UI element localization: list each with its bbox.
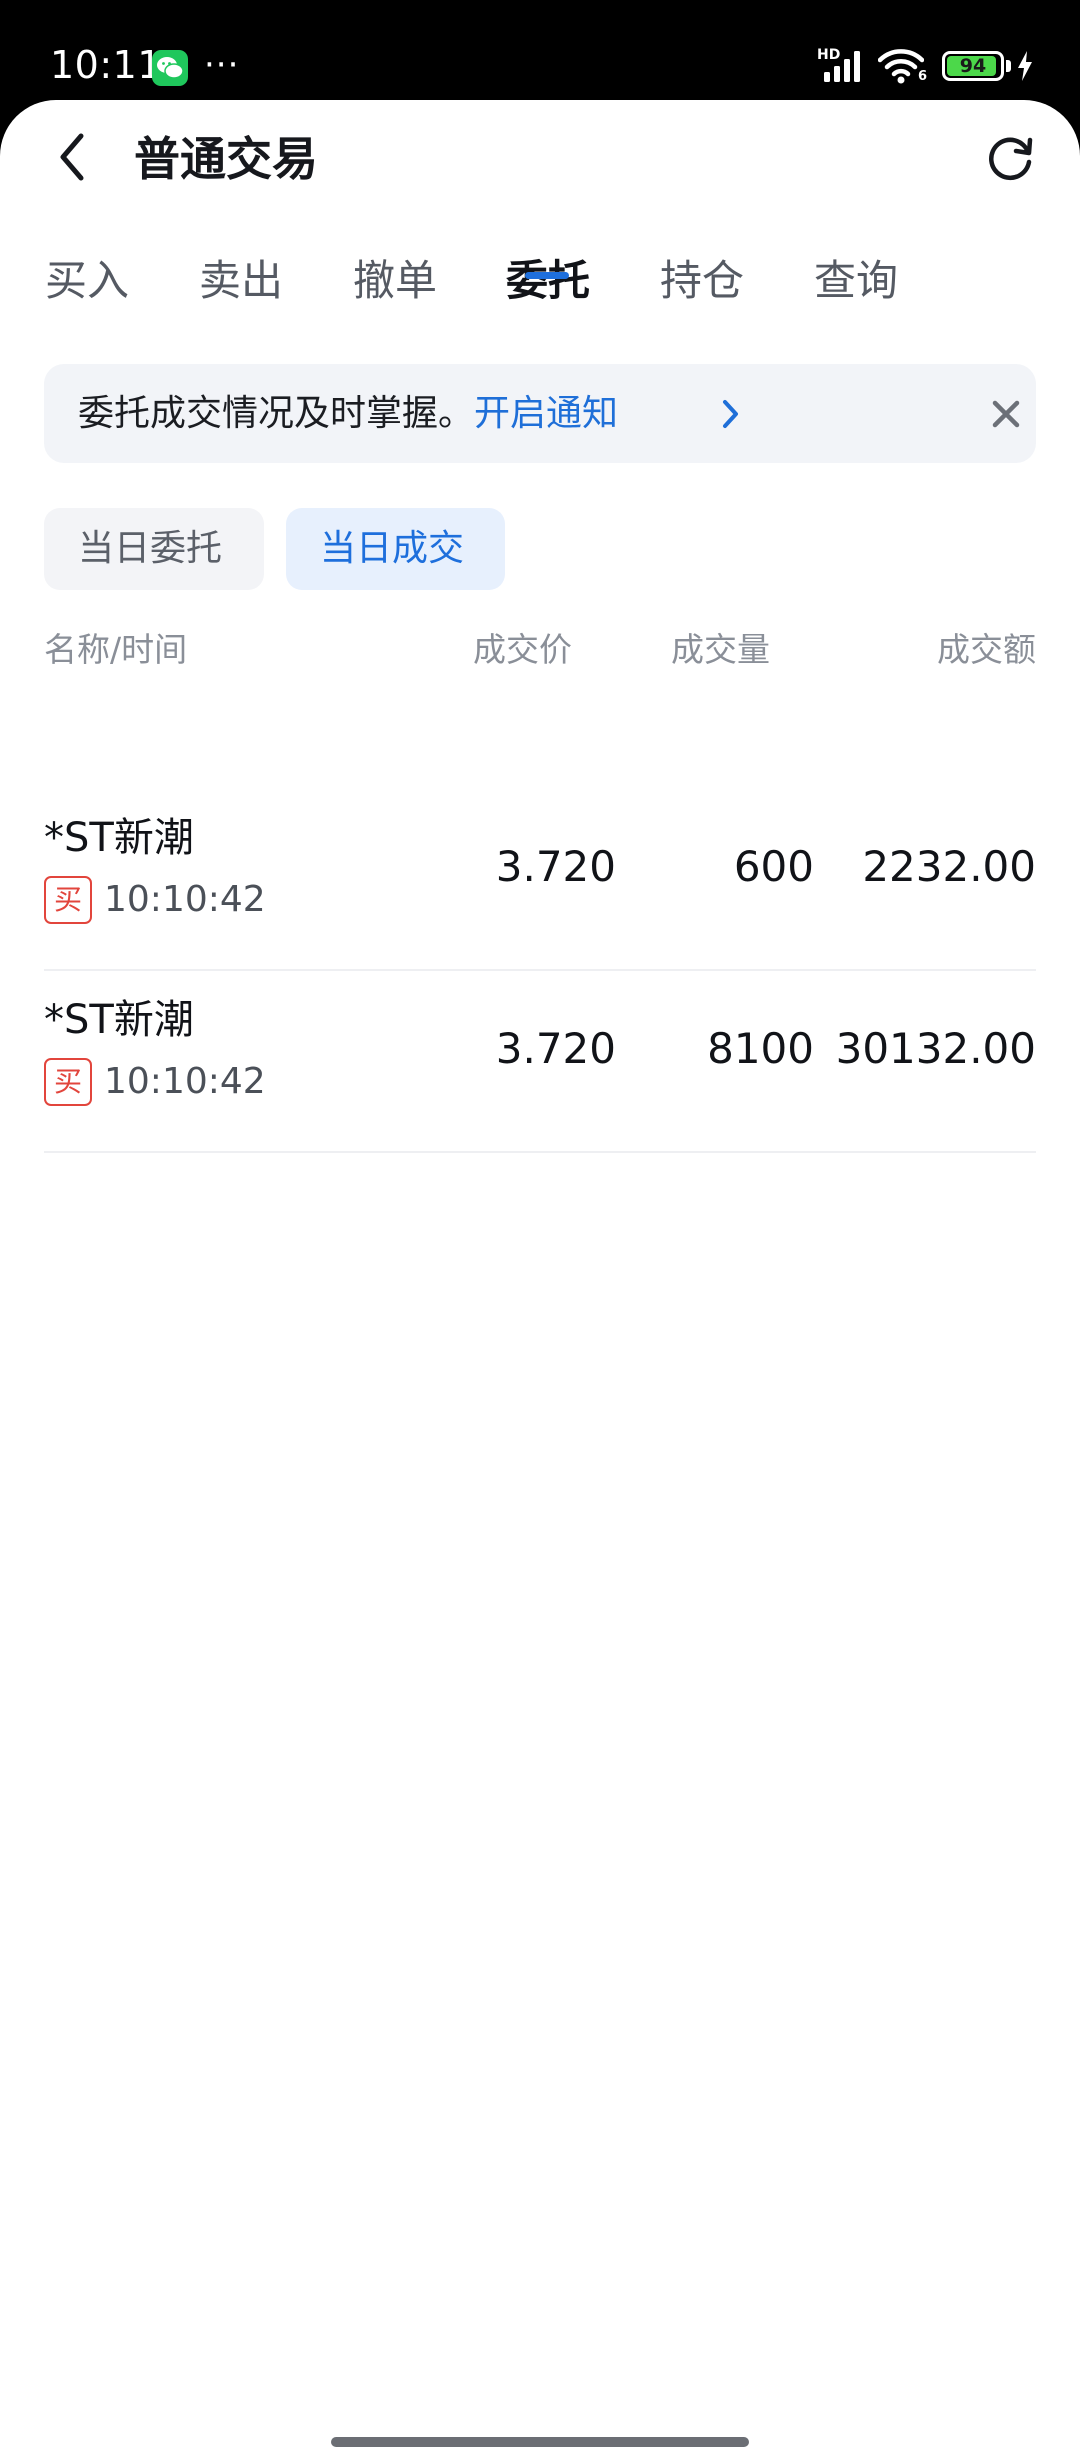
- header-volume: 成交量: [671, 630, 770, 669]
- trade-amount: 2232.00: [862, 842, 1036, 891]
- table-row[interactable]: *ST新潮 买 10:10:42 3.720 600 2232.00: [44, 788, 1036, 971]
- signal-icon: [824, 51, 860, 82]
- close-icon: [992, 400, 1020, 428]
- buy-badge: 买: [44, 1058, 92, 1106]
- header: 普通交易: [0, 100, 1080, 220]
- header-amount: 成交额: [937, 630, 1036, 669]
- tab-orders[interactable]: 委托: [503, 248, 593, 326]
- tab-cancel-order[interactable]: 撤单: [350, 248, 440, 326]
- status-time: 10:11: [50, 43, 163, 87]
- wifi-6-label: 6: [918, 69, 928, 84]
- tab-buy[interactable]: 买入: [42, 248, 132, 326]
- battery-icon: 94: [942, 51, 1004, 81]
- chevron-right-icon[interactable]: [722, 399, 740, 429]
- page-title: 普通交易: [134, 132, 318, 186]
- main-sheet: 普通交易 买入 卖出 撤单 委托 持仓 查询 委托成交情况及时掌握。开启通知 当…: [0, 100, 1080, 2460]
- trade-volume: 600: [733, 842, 814, 891]
- filter-today-orders[interactable]: 当日委托: [44, 508, 264, 590]
- notice-text-wrap: 委托成交情况及时掌握。开启通知: [78, 364, 618, 463]
- battery-tip: [1006, 60, 1011, 72]
- stock-name: *ST新潮: [44, 815, 194, 861]
- tab-query[interactable]: 查询: [811, 248, 901, 326]
- charging-icon: [1018, 51, 1032, 81]
- more-notifications-icon: ···: [204, 45, 240, 85]
- tab-positions[interactable]: 持仓: [657, 248, 747, 326]
- header-name-time: 名称/时间: [44, 630, 188, 669]
- enable-notification-link[interactable]: 开启通知: [474, 393, 618, 434]
- battery-percent: 94: [959, 55, 987, 77]
- phone-screen: 10:11 ··· HD 6 94 普通交易 买入 卖出 撤单 委托 持仓 查询…: [0, 0, 1080, 2460]
- refresh-icon: [989, 137, 1033, 181]
- trade-time: 10:10:42: [104, 879, 266, 920]
- stock-name: *ST新潮: [44, 997, 194, 1043]
- trade-price: 3.720: [495, 842, 616, 891]
- table-row[interactable]: *ST新潮 买 10:10:42 3.720 8100 30132.00: [44, 970, 1036, 1153]
- buy-badge: 买: [44, 876, 92, 924]
- status-bar: 10:11 ··· HD 6 94: [0, 0, 1080, 100]
- trade-price: 3.720: [495, 1024, 616, 1073]
- active-tab-indicator: [525, 272, 569, 279]
- notification-banner: 委托成交情况及时掌握。开启通知: [44, 364, 1036, 463]
- header-price: 成交价: [473, 630, 572, 669]
- trade-tabs: 买入 卖出 撤单 委托 持仓 查询: [0, 248, 1080, 338]
- refresh-button[interactable]: [978, 126, 1042, 190]
- chevron-left-icon: [60, 133, 84, 181]
- back-button[interactable]: [40, 125, 104, 189]
- filter-today-deals[interactable]: 当日成交: [286, 508, 505, 590]
- trade-amount: 30132.00: [835, 1024, 1036, 1073]
- wechat-icon: [152, 50, 188, 86]
- tab-sell[interactable]: 卖出: [196, 248, 286, 326]
- trade-time: 10:10:42: [104, 1061, 266, 1102]
- home-indicator[interactable]: [331, 2437, 749, 2447]
- close-banner-button[interactable]: [986, 394, 1026, 434]
- notice-message: 委托成交情况及时掌握。: [78, 393, 475, 434]
- trade-volume: 8100: [707, 1024, 814, 1073]
